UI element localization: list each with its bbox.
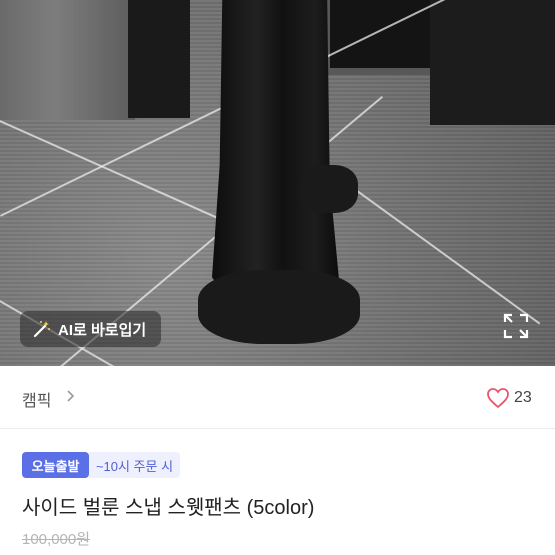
photo-wall — [0, 0, 135, 120]
product-shoe — [300, 165, 358, 213]
order-cutoff-badge: ~10시 주문 시 — [89, 452, 180, 478]
heart-icon[interactable] — [486, 387, 510, 409]
product-shoe — [198, 270, 360, 344]
photo-wall — [128, 0, 190, 118]
today-shipping-badge: 오늘출발 — [22, 452, 89, 478]
ai-try-on-label: AI로 바로입기 — [58, 321, 147, 339]
tile-line — [328, 170, 541, 325]
divider — [0, 428, 555, 429]
original-price: 100,000원 — [22, 531, 91, 548]
ai-try-on-button[interactable]: AI로 바로입기 — [20, 311, 161, 347]
expand-icon[interactable] — [503, 313, 529, 339]
chevron-right-icon — [67, 390, 75, 402]
product-title: 사이드 벌룬 스냅 스웻팬츠 (5color) — [22, 497, 315, 519]
photo-wall — [430, 0, 555, 125]
like-count: 23 — [514, 389, 532, 406]
shop-row[interactable] — [0, 366, 555, 428]
product-image[interactable]: AI로 바로입기 — [0, 0, 555, 366]
magic-wand-icon — [33, 321, 50, 338]
shop-name[interactable]: 캠픽 — [22, 387, 51, 411]
